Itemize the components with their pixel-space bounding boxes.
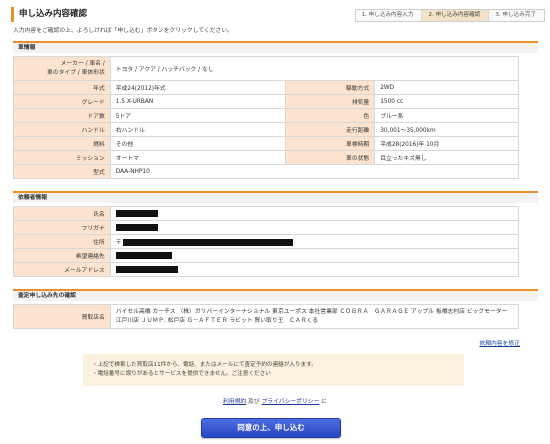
model-value: DAA-NHP10 <box>109 164 520 179</box>
notice-box: ・上記で検索した買取店11件から、電話、またはメールにて査定予約の連絡が入ります… <box>83 354 464 386</box>
shop-label: 買取店名 <box>13 304 111 329</box>
step-input: 1. 申し込み内容入力 <box>355 10 423 21</box>
handle-value: 右ハンドル <box>109 122 287 137</box>
page-title: 申し込み内容確認 <box>11 7 87 22</box>
mileage-value: 30,001〜35,000km <box>374 122 519 137</box>
address-label: 住所 <box>13 234 111 249</box>
fuel-value: その他 <box>109 136 287 151</box>
table-row: メーカー / 車名 / 車のタイプ / 車体形状 トヨタ / アクア / ハッチ… <box>13 56 520 81</box>
notice-line: ・電話番号に誤りがあるとサービスを提供できません。ご注意ください <box>92 370 271 377</box>
vehicle-maker-label: メーカー / 車名 / 車のタイプ / 車体形状 <box>13 56 111 81</box>
requester-section-title: 依頼者情報 <box>13 191 538 203</box>
table-row: 希望連絡先 <box>13 248 520 263</box>
contact-label: 希望連絡先 <box>13 248 111 263</box>
drive-value: 2WD <box>374 80 519 95</box>
step-indicator: 1. 申し込み内容入力 2. 申し込み内容確認 3. 申し込み完了 <box>354 9 545 22</box>
condition-value: 目立ったキズ無し <box>374 150 519 165</box>
label-text: メーカー / 車名 / <box>60 60 105 67</box>
vehicle-section-title: 車情報 <box>13 41 538 53</box>
inspection-value: 平成28(2016)年 10月 <box>374 136 519 151</box>
transmission-label: ミッション <box>13 150 111 165</box>
redacted-block <box>115 252 172 259</box>
edit-request-link[interactable]: 依頼内容を修正 <box>479 338 520 347</box>
redacted-block <box>115 210 158 217</box>
name-value <box>109 206 520 221</box>
table-row: 氏名 <box>13 206 520 221</box>
model-label: 型式 <box>13 164 111 179</box>
redacted-block <box>123 239 294 246</box>
displacement-value: 1500 cc <box>374 94 519 109</box>
furigana-label: フリガナ <box>13 220 111 235</box>
table-row: 住所 〒 <box>13 234 520 249</box>
mileage-label: 走行距離 <box>285 122 376 137</box>
requester-table: 氏名 フリガナ 住所 〒 希望連絡先 メールアドレス <box>13 206 520 277</box>
terms-and-text: 及び <box>246 399 262 405</box>
notice-line: ・上記で検索した買取店11件から、電話、またはメールにて査定予約の連絡が入ります… <box>92 362 317 368</box>
assessment-section-title: 査定申し込み先の確認 <box>13 289 538 301</box>
grade-value: 1.5 X-URBAN <box>109 94 287 109</box>
drive-label: 駆動方式 <box>285 80 376 95</box>
displacement-label: 排気量 <box>285 94 376 109</box>
year-value: 平成24(2012)年式 <box>109 80 287 95</box>
table-row: 買取店名 バイセル高橋 カーチス （株）ガリバーインターナショナル 東京ユーポス… <box>13 304 520 329</box>
name-label: 氏名 <box>13 206 111 221</box>
color-value: ブルー系 <box>374 108 519 123</box>
table-row: ミッション オートマ 車の状態 目立ったキズ無し <box>13 150 519 165</box>
table-row: 年式 平成24(2012)年式 駆動方式 2WD <box>13 80 519 95</box>
table-row: グレード 1.5 X-URBAN 排気量 1500 cc <box>13 94 519 109</box>
table-row: ハンドル 右ハンドル 走行距離 30,001〜35,000km <box>13 122 519 137</box>
vehicle-maker-value: トヨタ / アクア / ハッチバック / なし <box>109 56 520 81</box>
assessment-table: 買取店名 バイセル高橋 カーチス （株）ガリバーインターナショナル 東京ユーポス… <box>13 304 520 329</box>
step-complete: 3. 申し込み完了 <box>489 10 544 21</box>
step-confirm: 2. 申し込み内容確認 <box>422 10 490 21</box>
grade-label: グレード <box>13 94 111 109</box>
vehicle-table: メーカー / 車名 / 車のタイプ / 車体形状 トヨタ / アクア / ハッチ… <box>13 56 520 179</box>
inspection-label: 車検時期 <box>285 136 376 151</box>
address-value: 〒 <box>109 234 520 249</box>
table-row: フリガナ <box>13 220 520 235</box>
color-label: 色 <box>285 108 376 123</box>
contact-value <box>109 248 520 263</box>
terms-link[interactable]: 利用規約 <box>223 399 246 405</box>
email-label: メールアドレス <box>13 262 111 277</box>
doors-label: ドア数 <box>13 108 111 123</box>
agree-submit-button[interactable]: 同意の上、申し込む <box>201 418 341 438</box>
privacy-link[interactable]: プライバシーポリシー <box>261 399 319 405</box>
condition-label: 車の状態 <box>285 150 376 165</box>
postal-mark: 〒 <box>115 240 122 246</box>
redacted-block <box>115 224 158 231</box>
table-row: ドア数 5ドア 色 ブルー系 <box>13 108 519 123</box>
fuel-label: 燃料 <box>13 136 111 151</box>
intro-text: 入力内容をご確認の上、よろしければ「申し込む」ボタンをクリックしてください。 <box>13 28 233 34</box>
redacted-block <box>115 266 178 273</box>
terms-suffix: に <box>319 399 327 405</box>
email-value <box>109 262 520 277</box>
label-text: 車のタイプ / 車体形状 <box>46 69 105 76</box>
table-row: 型式 DAA-NHP10 <box>13 164 520 179</box>
shop-value: バイセル高橋 カーチス （株）ガリバーインターナショナル 東京ユーポス 本社営業… <box>109 304 520 329</box>
table-row: メールアドレス <box>13 262 520 277</box>
terms-line: 利用規約 及び プライバシーポリシー に <box>0 396 550 405</box>
doors-value: 5ドア <box>109 108 287 123</box>
furigana-value <box>109 220 520 235</box>
year-label: 年式 <box>13 80 111 95</box>
table-row: 燃料 その他 車検時期 平成28(2016)年 10月 <box>13 136 519 151</box>
transmission-value: オートマ <box>109 150 287 165</box>
header-bar: 申し込み内容確認 1. 申し込み内容入力 2. 申し込み内容確認 3. 申し込み… <box>11 6 545 24</box>
handle-label: ハンドル <box>13 122 111 137</box>
